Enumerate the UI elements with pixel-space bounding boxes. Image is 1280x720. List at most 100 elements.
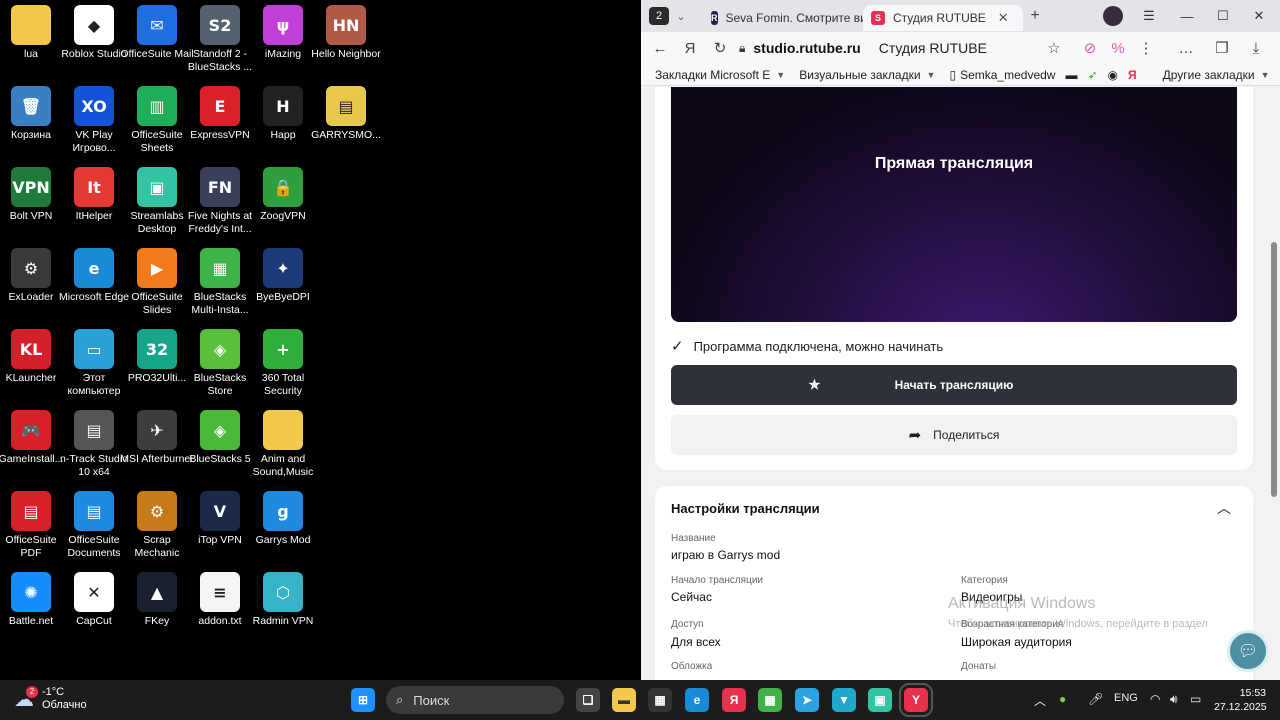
desktop-icon[interactable]: ψ iMazing — [252, 5, 314, 61]
page-scrollbar[interactable] — [1268, 87, 1280, 680]
desktop-icon[interactable]: ◆ Roblox Studio — [61, 5, 127, 61]
vpn-taskbar-icon[interactable]: ▼ — [832, 688, 856, 712]
desktop-icon[interactable]: 🗑 Корзина — [0, 86, 62, 142]
desktop-icon[interactable]: H Happ — [252, 86, 314, 142]
desktop-icon[interactable]: 32 PRO32Ulti... — [126, 329, 188, 385]
taskbar-search[interactable]: ⌕ Поиск — [386, 686, 564, 714]
yandex-taskbar-icon[interactable]: Я — [722, 688, 746, 712]
bookmark-folder-microsoft[interactable]: Закладки Microsoft E ▼ — [655, 68, 785, 82]
new-tab-button[interactable]: + — [1023, 7, 1047, 25]
clock[interactable]: 15:53 27.12.2025 — [1214, 686, 1267, 714]
desktop-icon[interactable]: XO VK Play Игрово... — [63, 86, 125, 155]
age-category-value[interactable]: Широкая аудитория — [961, 635, 1072, 649]
yandex-icon[interactable]: Я — [675, 33, 705, 63]
desktop-icon[interactable]: ▶ OfficeSuite Slides — [126, 248, 188, 317]
desktop-icon[interactable]: It ItHelper — [63, 167, 125, 223]
language-indicator[interactable]: ENG — [1114, 692, 1138, 704]
telegram-icon[interactable]: ➤ — [795, 688, 819, 712]
tray-app-icon[interactable]: ● — [1059, 692, 1066, 706]
microphone-icon[interactable]: 🎤︎ — [1088, 692, 1103, 706]
desktop-icon[interactable]: KL KLauncher — [0, 329, 62, 385]
desktop-icon[interactable]: ▲ FKey — [126, 572, 188, 628]
tab-rutube-channel[interactable]: R Seva Fomin. Смотрите ви — [703, 5, 863, 31]
download-icon[interactable]: ⤓ — [1241, 33, 1271, 63]
desktop-icon[interactable]: ⬡ Radmin VPN — [252, 572, 314, 628]
other-bookmarks[interactable]: Другие закладки ▼ — [1163, 68, 1270, 82]
scrollbar-thumb[interactable] — [1271, 242, 1277, 497]
start-time-value[interactable]: Сейчас — [671, 590, 712, 604]
ellipsis-icon[interactable]: … — [1171, 33, 1201, 63]
tab-rutube-studio[interactable]: S Студия RUTUBE ✕ — [863, 5, 1023, 31]
more-icon[interactable]: ⋮ — [1131, 33, 1161, 63]
desktop-icon[interactable]: ✦ ByeByeDPI — [252, 248, 314, 304]
desktop-icon[interactable]: Anim and Sound,Music — [252, 410, 314, 479]
desktop-icon[interactable]: ✕ CapCut — [63, 572, 125, 628]
bookmark-semka[interactable]: ▯ Semka_medvedw — [949, 68, 1055, 82]
desktop-icon[interactable]: 🔒 ZoogVPN — [252, 167, 314, 223]
tab-list-chevron-icon[interactable]: ⌄ — [673, 10, 689, 23]
desktop-icon[interactable]: HN Hello Neighbor — [311, 5, 381, 61]
weather-widget[interactable]: ☁ 2 -1°C Облачно — [14, 686, 87, 712]
yandex-browser-active-icon[interactable]: Y — [899, 683, 933, 717]
wifi-icon[interactable]: ◠ — [1150, 692, 1160, 706]
desktop-icon[interactable]: ◈ BlueStacks Store — [189, 329, 251, 398]
edge-taskbar-icon[interactable]: e — [685, 688, 709, 712]
desktop-icon[interactable]: ▭ Этот компьютер — [63, 329, 125, 398]
desktop-icon[interactable]: ▤ n-Track Studio 10 x64 — [60, 410, 128, 479]
desktop-icon[interactable]: 🎮 GameInstall... — [0, 410, 63, 466]
file-explorer-icon[interactable]: ▬ — [612, 688, 636, 712]
minimize-button[interactable]: — — [1169, 0, 1205, 32]
desktop-icon[interactable]: lua — [0, 5, 62, 61]
volume-icon[interactable]: 🔊︎ — [1170, 692, 1178, 707]
desktop-icon[interactable]: ✈ MSI Afterburner — [120, 410, 194, 466]
close-tab-icon[interactable]: ✕ — [998, 10, 1009, 26]
start-button[interactable]: ⊞ — [351, 688, 375, 712]
chatgpt-icon[interactable]: ◉ — [1108, 68, 1118, 82]
streamlabs-taskbar-icon[interactable]: ▣ — [868, 688, 892, 712]
share-button[interactable]: ➦ Поделиться — [671, 415, 1237, 455]
tab-counter-button[interactable]: 2 — [649, 7, 669, 25]
task-view-icon[interactable]: ❏ — [576, 688, 600, 712]
start-stream-button[interactable]: ✯ Начать трансляцию — [671, 365, 1237, 405]
site-info-icon[interactable]: 🔒︎ — [739, 41, 745, 56]
desktop-icon[interactable]: E ExpressVPN — [189, 86, 251, 142]
bookmark-folder-visual[interactable]: Визуальные закладки ▼ — [799, 68, 935, 82]
desktop-icon[interactable]: ▤ GARRYSMO... — [311, 86, 381, 142]
extension-icon[interactable]: ⊘ — [1075, 33, 1105, 63]
desktop-icon[interactable]: ▤ OfficeSuite PDF — [0, 491, 62, 560]
desktop-icon[interactable]: VPN Bolt VPN — [0, 167, 62, 223]
maximize-button[interactable]: ☐ — [1205, 0, 1241, 32]
desktop-icon[interactable]: ≡ addon.txt — [189, 572, 251, 628]
desktop-icon[interactable]: ▣ Streamlabs Desktop — [126, 167, 188, 236]
menu-icon[interactable]: ☰ — [1131, 0, 1167, 32]
tray-expand-icon[interactable]: ︿ — [1034, 692, 1046, 709]
url-field[interactable]: 🔒︎ studio.rutube.ru Студия RUTUBE — [739, 35, 987, 61]
bluestacks-taskbar-icon[interactable]: ▦ — [758, 688, 782, 712]
desktop-icon[interactable]: FN Five Nights at Freddy's Int... — [188, 167, 252, 236]
desktop-icon[interactable]: ⚙ Scrap Mechanic — [126, 491, 188, 560]
collections-icon[interactable]: ❐ — [1207, 33, 1237, 63]
chevron-up-icon[interactable]: ︿ — [1217, 498, 1231, 518]
profile-avatar[interactable] — [1095, 0, 1131, 32]
access-value[interactable]: Для всех — [671, 635, 721, 649]
desktop-icon[interactable]: ▥ OfficeSuite Sheets — [126, 86, 188, 155]
desktop-icon[interactable]: g Garrys Mod — [252, 491, 314, 547]
flag-icon[interactable]: ▬ — [1065, 68, 1077, 82]
desktop-icon[interactable]: +360 Total Security — [252, 329, 314, 398]
desktop-icon[interactable]: ◈ BlueStacks 5 — [189, 410, 251, 466]
leaf-icon[interactable]: ➶ — [1087, 68, 1097, 82]
battery-icon[interactable]: ▭ — [1190, 692, 1201, 706]
desktop-icon[interactable]: ▤ OfficeSuite Documents — [63, 491, 125, 560]
bookmark-icon[interactable]: ☆ — [1039, 33, 1069, 63]
yandex-bookmark-icon[interactable]: Я — [1128, 68, 1137, 82]
store-icon[interactable]: ▦ — [648, 688, 672, 712]
desktop-icon[interactable]: ⚙ ExLoader — [0, 248, 62, 304]
desktop-icon[interactable]: e Microsoft Edge — [59, 248, 129, 304]
back-button[interactable]: ← — [645, 33, 675, 63]
support-chat-button[interactable]: 💬︎ — [1227, 630, 1269, 672]
close-window-button[interactable]: ✕ — [1241, 0, 1277, 32]
desktop-icon[interactable]: S2 Standoff 2 - BlueStacks ... — [188, 5, 252, 74]
name-value[interactable]: играю в Garrys mod — [671, 548, 780, 562]
discount-icon[interactable]: % — [1103, 33, 1133, 63]
desktop-icon[interactable]: ✉ OfficeSuite Mail — [120, 5, 194, 61]
